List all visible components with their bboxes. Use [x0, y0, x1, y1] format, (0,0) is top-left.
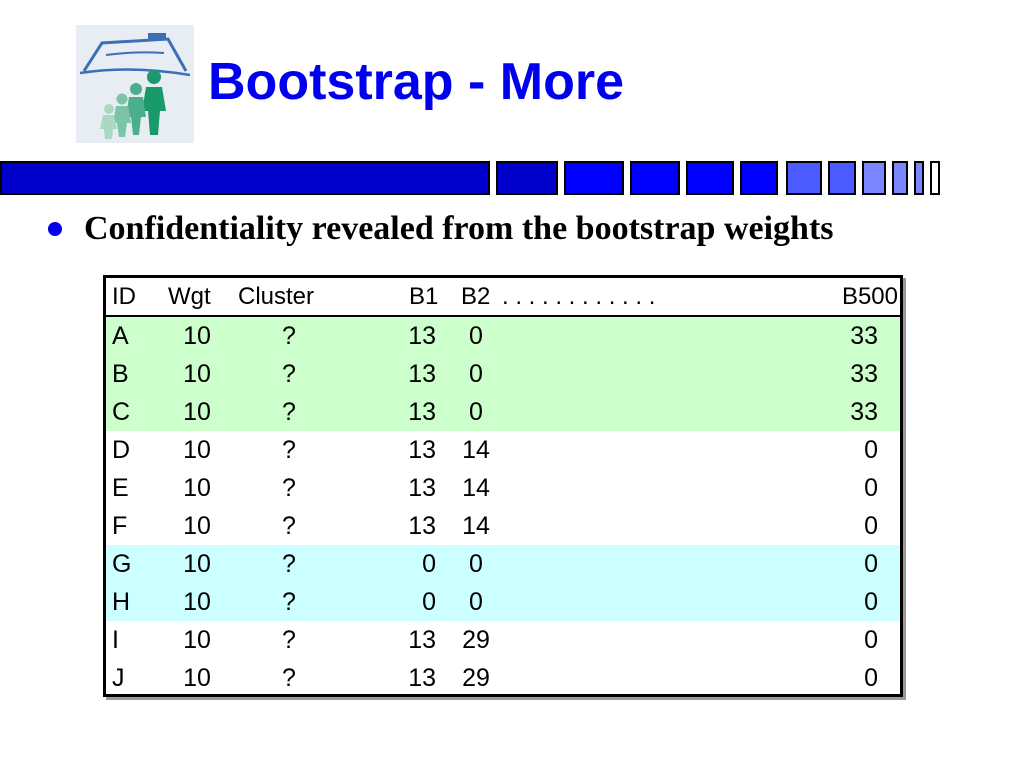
cell-b2: 0: [469, 322, 483, 350]
decorative-bar-strip: [0, 161, 944, 195]
header-id: ID: [112, 283, 136, 310]
cell-b1: 0: [422, 550, 436, 578]
table-row: E 10? 13 14 0: [106, 469, 900, 507]
cell-b500: 0: [864, 626, 878, 654]
cell-b500: 0: [864, 664, 878, 692]
bullet-dot-icon: [48, 222, 62, 236]
cell-wgt: 10: [183, 360, 211, 388]
cell-id: D: [112, 436, 131, 464]
bar-segment: [828, 161, 856, 195]
cell-cluster: ?: [282, 588, 296, 616]
cell-id: G: [112, 550, 132, 578]
cell-b1: 13: [408, 360, 436, 388]
header-b2: B2: [461, 283, 491, 310]
bullet-text: Confidentiality revealed from the bootst…: [84, 210, 834, 247]
cell-cluster: ?: [282, 626, 296, 654]
slide-title: Bootstrap - More: [208, 53, 624, 111]
cell-wgt: 10: [183, 322, 211, 350]
bar-segment: [862, 161, 886, 195]
cell-cluster: ?: [282, 664, 296, 692]
table-row: F 10? 13 14 0: [106, 507, 900, 545]
cell-b1: 13: [408, 664, 436, 692]
cell-id: B: [112, 360, 129, 388]
table-row: G 10? 0 0 0: [106, 545, 900, 583]
table-row: J 10? 13 29 0: [106, 659, 900, 694]
cell-b1: 13: [408, 474, 436, 502]
cell-b500: 0: [864, 512, 878, 540]
bar-segment: [786, 161, 822, 195]
cell-wgt: 10: [183, 512, 211, 540]
cell-id: J: [112, 664, 125, 692]
cell-id: I: [112, 626, 119, 654]
cell-b2: 0: [469, 360, 483, 388]
cell-b1: 13: [408, 436, 436, 464]
cell-b500: 0: [864, 550, 878, 578]
cell-id: H: [112, 588, 131, 616]
table-row: C 10? 13 0 33: [106, 393, 900, 431]
header-ellipsis: . . . . . . . . . . . .: [502, 283, 656, 310]
cell-wgt: 10: [183, 398, 211, 426]
cell-b2: 14: [462, 436, 490, 464]
people-under-roof-icon: [76, 25, 194, 143]
cell-id: F: [112, 512, 128, 540]
logo-graphic: [76, 25, 194, 143]
cell-b1: 13: [408, 626, 436, 654]
cell-wgt: 10: [183, 474, 211, 502]
cell-cluster: ?: [282, 474, 296, 502]
bar-segment: [496, 161, 558, 195]
bootstrap-weights-table: ID Wgt Cluster B1 B2 . . . . . . . . . .…: [103, 275, 903, 697]
cell-b2: 29: [462, 626, 490, 654]
cell-b1: 13: [408, 322, 436, 350]
cell-b1: 13: [408, 512, 436, 540]
bar-segment: [0, 161, 490, 195]
cell-b500: 0: [864, 588, 878, 616]
bar-segment: [930, 161, 940, 195]
cell-wgt: 10: [183, 588, 211, 616]
table-row: D 10? 13 14 0: [106, 431, 900, 469]
table-row: A 10? 13 0 33: [106, 317, 900, 355]
cell-id: E: [112, 474, 129, 502]
header-cluster: Cluster: [238, 283, 315, 310]
cell-b2: 0: [469, 398, 483, 426]
cell-b1: 13: [408, 398, 436, 426]
cell-b2: 14: [462, 512, 490, 540]
cell-cluster: ?: [282, 322, 296, 350]
cell-b1: 0: [422, 588, 436, 616]
cell-b2: 0: [469, 550, 483, 578]
cell-id: A: [112, 322, 129, 350]
cell-b500: 33: [850, 322, 878, 350]
cell-wgt: 10: [183, 664, 211, 692]
cell-b500: 33: [850, 360, 878, 388]
table-row: H 10? 0 0 0: [106, 583, 900, 621]
table-row: B 10? 13 0 33: [106, 355, 900, 393]
header-b1: B1: [409, 283, 439, 310]
bar-segment: [686, 161, 734, 195]
bar-segment: [564, 161, 624, 195]
bar-segment: [914, 161, 924, 195]
header-wgt: Wgt: [168, 283, 211, 310]
bullet-item: Confidentiality revealed from the bootst…: [48, 207, 834, 251]
bar-segment: [740, 161, 778, 195]
cell-cluster: ?: [282, 436, 296, 464]
cell-b500: 33: [850, 398, 878, 426]
cell-b2: 29: [462, 664, 490, 692]
cell-b500: 0: [864, 436, 878, 464]
cell-cluster: ?: [282, 398, 296, 426]
cell-id: C: [112, 398, 131, 426]
table-header-row: ID Wgt Cluster B1 B2 . . . . . . . . . .…: [106, 278, 900, 317]
table-row: I 10? 13 29 0: [106, 621, 900, 659]
cell-b2: 0: [469, 588, 483, 616]
cell-cluster: ?: [282, 512, 296, 540]
cell-cluster: ?: [282, 360, 296, 388]
cell-wgt: 10: [183, 550, 211, 578]
header-b500: B500: [841, 283, 898, 310]
bar-segment: [892, 161, 908, 195]
cell-b2: 14: [462, 474, 490, 502]
cell-cluster: ?: [282, 550, 296, 578]
bar-segment: [630, 161, 680, 195]
cell-wgt: 10: [183, 436, 211, 464]
cell-b500: 0: [864, 474, 878, 502]
cell-wgt: 10: [183, 626, 211, 654]
